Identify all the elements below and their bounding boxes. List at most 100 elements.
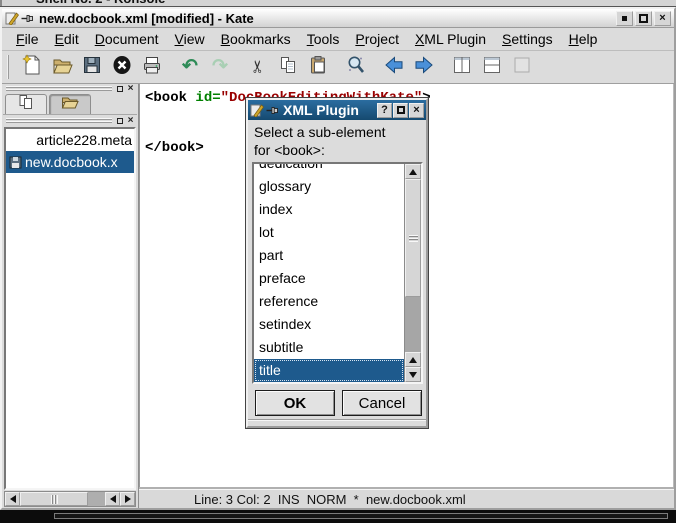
close-document-button[interactable] bbox=[107, 53, 137, 81]
sub-element-option[interactable]: preface bbox=[254, 267, 404, 290]
sub-element-option[interactable]: title bbox=[254, 359, 404, 382]
menu-tools[interactable]: Tools bbox=[299, 29, 348, 49]
dock-close-button[interactable]: × bbox=[126, 116, 135, 125]
code-token-tag: <book bbox=[145, 90, 195, 106]
scrollbar-thumb[interactable] bbox=[20, 492, 88, 506]
menu-file[interactable]: File bbox=[8, 29, 47, 49]
find-button[interactable] bbox=[341, 53, 371, 81]
sub-element-option[interactable]: reference bbox=[254, 290, 404, 313]
dialog-buttons: OK Cancel bbox=[248, 384, 426, 420]
thumb-grip bbox=[51, 495, 58, 504]
copy-icon bbox=[277, 54, 299, 81]
filesystem-browser-tab[interactable] bbox=[49, 94, 91, 114]
scrollbar-thumb[interactable] bbox=[405, 179, 421, 297]
sub-element-option[interactable]: dedication bbox=[254, 162, 404, 175]
dock-float-button[interactable] bbox=[115, 84, 124, 93]
menu-document[interactable]: Document bbox=[87, 29, 167, 49]
toolbar-drag-handle[interactable] bbox=[7, 55, 12, 79]
close-button[interactable]: × bbox=[654, 11, 671, 26]
save-document-button[interactable] bbox=[77, 53, 107, 81]
scroll-left-button[interactable] bbox=[5, 492, 20, 506]
dock-handle-top[interactable]: × bbox=[3, 84, 137, 93]
menu-settings[interactable]: Settings bbox=[494, 29, 561, 49]
scroll-down-button[interactable] bbox=[405, 367, 421, 382]
documents-tab[interactable] bbox=[5, 94, 47, 114]
menu-edit[interactable]: Edit bbox=[47, 29, 87, 49]
file-name: new.docbook.x bbox=[25, 154, 118, 170]
scroll-right-button[interactable] bbox=[120, 492, 135, 506]
back-button[interactable] bbox=[379, 53, 409, 81]
dock-close-button[interactable]: × bbox=[126, 84, 135, 93]
menu-bar: FileEditDocumentViewBookmarksToolsProjec… bbox=[2, 28, 674, 51]
sub-element-option[interactable]: subtitle bbox=[254, 336, 404, 359]
close-current-view-icon bbox=[511, 54, 533, 81]
right-arrow-icon bbox=[125, 495, 131, 503]
new-document-button[interactable] bbox=[17, 53, 47, 81]
dialog-title: XML Plugin bbox=[283, 102, 376, 118]
pin-icon[interactable] bbox=[21, 13, 34, 24]
titlebar[interactable]: new.docbook.xml [modified] - Kate × bbox=[2, 9, 674, 28]
cancel-button[interactable]: Cancel bbox=[342, 390, 422, 416]
maximize-button[interactable] bbox=[635, 11, 652, 26]
ok-button[interactable]: OK bbox=[255, 390, 335, 416]
print-button[interactable] bbox=[137, 53, 167, 81]
cut-icon: ✂ bbox=[251, 57, 265, 77]
dialog-titlebar[interactable]: XML Plugin ? × bbox=[248, 100, 426, 120]
scrollbar-track[interactable] bbox=[88, 492, 105, 506]
new-document-icon bbox=[21, 54, 43, 81]
sub-element-option[interactable]: index bbox=[254, 198, 404, 221]
dialog-maximize-button[interactable] bbox=[393, 103, 408, 118]
close-icon: × bbox=[128, 117, 134, 125]
menu-help[interactable]: Help bbox=[561, 29, 606, 49]
scroll-left-button-2[interactable] bbox=[105, 492, 120, 506]
file-item[interactable]: new.docbook.x bbox=[6, 151, 134, 173]
cut-button[interactable]: ✂ bbox=[243, 53, 273, 81]
up-arrow-icon bbox=[409, 169, 417, 175]
menu-xml-plugin[interactable]: XML Plugin bbox=[407, 29, 494, 49]
forward-button[interactable] bbox=[409, 53, 439, 81]
window-title: new.docbook.xml [modified] - Kate bbox=[39, 11, 614, 26]
close-icon: × bbox=[413, 104, 419, 116]
menu-view[interactable]: View bbox=[167, 29, 213, 49]
pin-icon[interactable] bbox=[266, 105, 279, 116]
dialog-prompt-line1: Select a sub-element bbox=[254, 123, 420, 141]
menu-project[interactable]: Project bbox=[347, 29, 407, 49]
up-arrow-icon bbox=[409, 357, 417, 363]
undo-button[interactable]: ↶ bbox=[175, 53, 205, 81]
redo-button[interactable]: ↷ bbox=[205, 53, 235, 81]
dialog-help-button[interactable]: ? bbox=[377, 103, 392, 118]
dialog-prompt-line2: for <book>: bbox=[254, 141, 420, 159]
down-arrow-icon bbox=[409, 372, 417, 378]
split-vertical-button[interactable] bbox=[447, 53, 477, 81]
status-text: Line: 3 Col: 2 INS NORM * new.docbook.xm… bbox=[194, 492, 466, 507]
scroll-up-button-2[interactable] bbox=[405, 352, 421, 367]
sub-element-option[interactable]: part bbox=[254, 244, 404, 267]
dialog-footer-grip[interactable] bbox=[248, 420, 426, 426]
file-item[interactable]: article228.meta bbox=[6, 129, 134, 151]
minimize-button[interactable] bbox=[616, 11, 633, 26]
dialog-close-button[interactable]: × bbox=[409, 103, 424, 118]
sub-element-option[interactable]: setindex bbox=[254, 313, 404, 336]
close-current-view-button bbox=[507, 53, 537, 81]
split-vertical-icon bbox=[451, 54, 473, 81]
sub-element-option[interactable]: glossary bbox=[254, 175, 404, 198]
dock-handle-filelist[interactable]: × bbox=[3, 115, 137, 126]
menu-bookmarks[interactable]: Bookmarks bbox=[213, 29, 299, 49]
dock-float-button[interactable] bbox=[115, 116, 124, 125]
thumb-grip bbox=[409, 235, 418, 242]
help-icon: ? bbox=[381, 104, 388, 116]
scroll-up-button[interactable] bbox=[405, 164, 421, 179]
list-vertical-scrollbar bbox=[404, 164, 421, 382]
maximize-icon bbox=[639, 14, 648, 23]
sidebar-tabs bbox=[3, 93, 137, 115]
background-window-title: Shell No. 2 - Konsole bbox=[36, 0, 676, 6]
toolbar: ↶↷ ✂ bbox=[2, 51, 674, 84]
split-horizontal-button[interactable] bbox=[477, 53, 507, 81]
close-icon: × bbox=[128, 85, 134, 93]
scrollbar-track[interactable] bbox=[405, 297, 421, 352]
copy-button[interactable] bbox=[273, 53, 303, 81]
sub-element-option[interactable]: lot bbox=[254, 221, 404, 244]
open-document-button[interactable] bbox=[47, 53, 77, 81]
paste-button[interactable] bbox=[303, 53, 333, 81]
print-icon bbox=[141, 54, 163, 81]
